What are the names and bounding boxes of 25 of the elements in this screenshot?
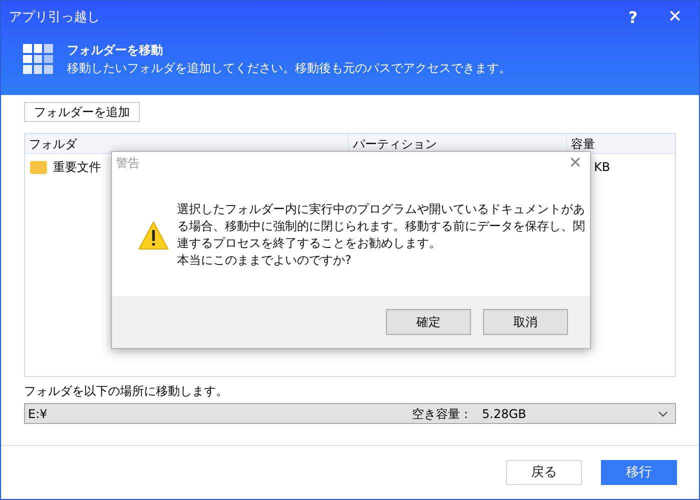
close-button[interactable]: ✕ — [568, 151, 582, 175]
folder-icon — [30, 160, 47, 174]
warning-message: 選択したフォルダー内に実行中のプログラムや開いているドキュメントがあ る場合、移動中に強制的に閉じられます。移動する前にデータを保存し、関 連するプロセスを終了することをお勧めします。 本当にこのままでよいのですか? — [177, 201, 585, 269]
warning-icon — [138, 220, 169, 250]
header-title: フォルダーを移動 — [67, 42, 164, 59]
table-cell-text: 重要文件 — [53, 159, 101, 176]
app-logo-icon — [23, 44, 53, 74]
drive-path: E:¥ — [28, 406, 48, 422]
table-cell: KB — [594, 160, 610, 174]
dialog-title: 警告 — [116, 155, 141, 172]
free-space-value: 5.28GB — [482, 406, 528, 422]
close-button[interactable]: ✕ — [665, 5, 685, 31]
header-subtitle: 移動したいフォルダを追加してください。移動後も元のパスでアクセスできます。 — [67, 60, 511, 77]
cancel-button[interactable]: 取消 — [483, 309, 568, 335]
destination-dropdown[interactable]: E:¥ 空き容量： 5.28GB — [24, 403, 676, 424]
free-space-label: 空き容量： — [412, 406, 473, 422]
chevron-down-icon — [658, 410, 668, 416]
column-header[interactable]: フォルダ — [25, 134, 348, 153]
destination-label: フォルダを以下の場所に移動します。 — [24, 383, 229, 399]
add-folder-button[interactable]: フォルダーを追加 — [24, 102, 140, 122]
window-title: アプリ引っ越し — [9, 9, 101, 28]
back-button[interactable]: 戻る — [506, 460, 582, 485]
help-button[interactable]: ? — [623, 6, 643, 30]
confirm-button[interactable]: 確定 — [386, 309, 471, 335]
migrate-button[interactable]: 移行 — [601, 460, 677, 485]
